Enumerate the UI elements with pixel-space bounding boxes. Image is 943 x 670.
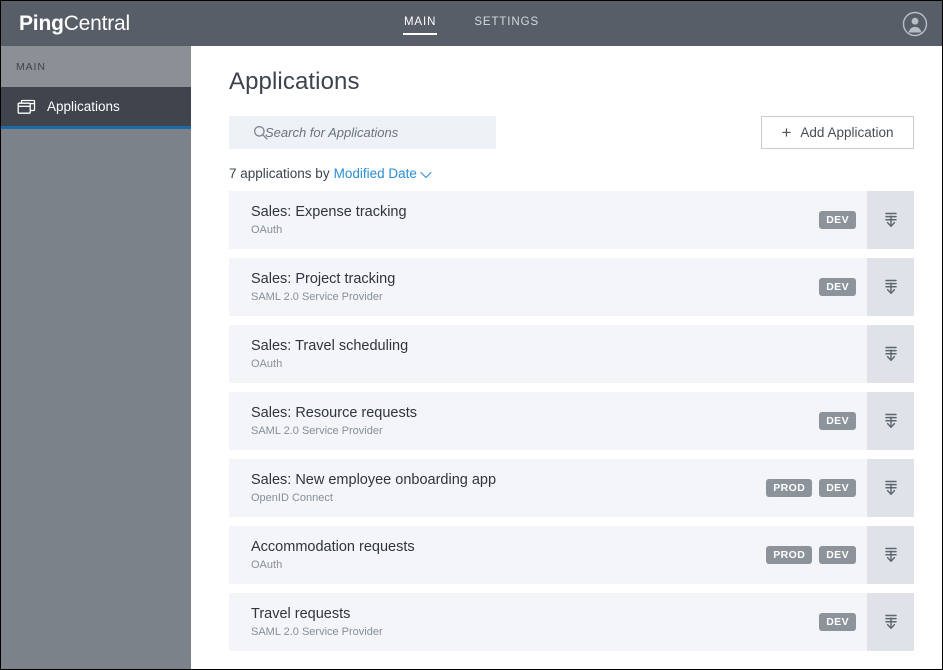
expand-download-icon[interactable] xyxy=(867,191,914,249)
top-navigation: MAIN SETTINGS xyxy=(1,1,942,46)
application-protocol: SAML 2.0 Service Provider xyxy=(251,291,383,304)
logo-text-central: Central xyxy=(63,11,130,35)
application-environment-badges: DEV xyxy=(819,392,867,450)
chevron-down-icon xyxy=(420,166,432,178)
sort-field-label: Modified Date xyxy=(333,166,417,181)
application-window: PingCentral MAIN SETTINGS MAIN Applicati… xyxy=(0,0,943,670)
add-application-button[interactable]: + Add Application xyxy=(761,116,914,149)
tab-settings[interactable]: SETTINGS xyxy=(473,12,540,35)
page-title: Applications xyxy=(229,68,360,95)
sort-field-dropdown[interactable]: Modified Date xyxy=(333,166,432,181)
application-environment-badges: DEV xyxy=(819,191,867,249)
search-icon xyxy=(241,125,268,140)
sidebar-item-applications[interactable]: Applications xyxy=(1,87,191,129)
environment-badge-dev: DEV xyxy=(819,277,856,297)
applications-windows-icon xyxy=(17,99,36,115)
application-name: Sales: Resource requests xyxy=(251,404,418,421)
application-count-text: 7 applications by xyxy=(229,166,330,181)
applications-list: Sales: Expense tracking OAuth DEV Sales: Pr… xyxy=(229,191,914,651)
application-environment-badges: PROD DEV xyxy=(766,459,867,517)
sidebar-item-label-applications: Applications xyxy=(47,99,120,114)
application-environment-badges: DEV xyxy=(819,258,867,316)
application-row[interactable]: Sales: Resource requests SAML 2.0 Service… xyxy=(229,392,914,450)
application-row-text: Travel requests SAML 2.0 Service Provider xyxy=(229,593,819,651)
tab-settings-label: SETTINGS xyxy=(474,16,540,28)
application-name: Travel requests xyxy=(251,605,351,622)
expand-download-icon[interactable] xyxy=(867,593,914,651)
application-row-text: Accommodation requests OAuth xyxy=(229,526,766,584)
expand-download-icon[interactable] xyxy=(867,258,914,316)
application-row[interactable]: Travel requests SAML 2.0 Service Provider… xyxy=(229,593,914,651)
main-content: Applications + Add Application xyxy=(191,46,942,669)
application-protocol: OAuth xyxy=(251,224,283,237)
environment-badge-dev: DEV xyxy=(819,478,856,498)
product-logo[interactable]: PingCentral xyxy=(19,12,130,36)
application-name: Accommodation requests xyxy=(251,538,415,555)
add-application-button-label: Add Application xyxy=(800,125,894,140)
environment-badge-dev: DEV xyxy=(819,210,856,230)
application-row[interactable]: Sales: New employee onboarding app OpenID… xyxy=(229,459,914,517)
environment-badge-dev: DEV xyxy=(819,545,856,565)
application-environment-badges: DEV xyxy=(819,593,867,651)
application-row-text: Sales: New employee onboarding app OpenID… xyxy=(229,459,766,517)
expand-download-icon[interactable] xyxy=(867,392,914,450)
logo-text-ping: Ping xyxy=(19,11,64,35)
application-name: Sales: Project tracking xyxy=(251,270,396,287)
expand-download-icon[interactable] xyxy=(867,459,914,517)
application-protocol: OAuth xyxy=(251,358,283,371)
application-protocol: SAML 2.0 Service Provider xyxy=(251,425,383,438)
application-row[interactable]: Sales: Project tracking SAML 2.0 Service … xyxy=(229,258,914,316)
application-row[interactable]: Accommodation requests OAuth PROD DEV xyxy=(229,526,914,584)
environment-badge-prod: PROD xyxy=(766,545,813,565)
tab-main-label: MAIN xyxy=(403,16,437,28)
application-protocol: SAML 2.0 Service Provider xyxy=(251,626,383,639)
tab-main[interactable]: MAIN xyxy=(402,12,438,35)
search-input[interactable] xyxy=(265,125,496,140)
application-protocol: OAuth xyxy=(251,559,283,572)
user-avatar-icon[interactable] xyxy=(902,11,928,37)
application-row[interactable]: Sales: Travel scheduling OAuth xyxy=(229,325,914,383)
application-row[interactable]: Sales: Expense tracking OAuth DEV xyxy=(229,191,914,249)
sidebar-section-label: MAIN xyxy=(1,46,191,87)
search-box[interactable] xyxy=(229,116,496,149)
expand-download-icon[interactable] xyxy=(867,526,914,584)
plus-icon: + xyxy=(781,122,792,142)
application-environment-badges: PROD DEV xyxy=(766,526,867,584)
body-split: MAIN Applications Applications Search fo… xyxy=(1,46,942,669)
application-row-text: Sales: Resource requests SAML 2.0 Service… xyxy=(229,392,819,450)
sidebar-empty-space xyxy=(1,129,191,669)
application-row-text: Sales: Travel scheduling OAuth xyxy=(229,325,856,383)
application-name: Sales: Travel scheduling xyxy=(251,337,409,354)
controls-row: + Add Application xyxy=(229,116,914,149)
sort-summary-row: 7 applications by Modified Date xyxy=(229,166,914,181)
environment-badge-prod: PROD xyxy=(766,478,813,498)
application-environment-badges xyxy=(856,325,867,383)
application-protocol: OpenID Connect xyxy=(251,492,333,505)
top-header-bar: PingCentral MAIN SETTINGS xyxy=(1,1,942,46)
application-row-text: Sales: Expense tracking OAuth xyxy=(229,191,819,249)
sidebar: MAIN Applications xyxy=(1,46,191,669)
environment-badge-dev: DEV xyxy=(819,411,856,431)
expand-download-icon[interactable] xyxy=(867,325,914,383)
environment-badge-dev: DEV xyxy=(819,612,856,632)
application-name: Sales: Expense tracking xyxy=(251,203,407,220)
application-name: Sales: New employee onboarding app xyxy=(251,471,497,488)
application-row-text: Sales: Project tracking SAML 2.0 Service … xyxy=(229,258,819,316)
